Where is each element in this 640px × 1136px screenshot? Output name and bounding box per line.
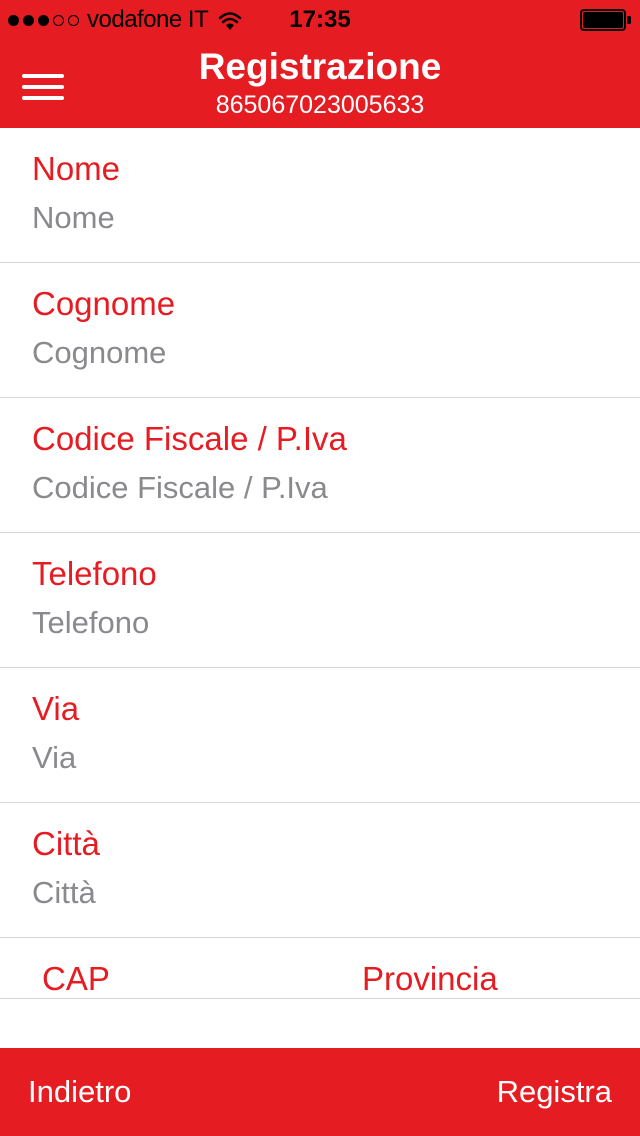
- nav-header: Registrazione 865067023005633: [0, 40, 640, 128]
- input-via[interactable]: [32, 740, 608, 776]
- label-via: Via: [32, 690, 608, 728]
- label-cognome: Cognome: [32, 285, 608, 323]
- form-row-citta: Città: [0, 803, 640, 938]
- form-row-nome: Nome: [0, 128, 640, 263]
- label-provincia: Provincia: [362, 960, 640, 998]
- footer-bar: Indietro Registra: [0, 1048, 640, 1136]
- input-citta[interactable]: [32, 875, 608, 911]
- label-nome: Nome: [32, 150, 608, 188]
- label-cap: CAP: [42, 960, 320, 998]
- form-row-telefono: Telefono: [0, 533, 640, 668]
- form-container: Nome Cognome Codice Fiscale / P.Iva Tele…: [0, 128, 640, 1048]
- menu-icon[interactable]: [22, 74, 64, 100]
- page-title: Registrazione: [199, 48, 442, 85]
- page-subtitle: 865067023005633: [216, 91, 425, 120]
- battery-icon: [580, 9, 632, 31]
- form-row-codice-fiscale: Codice Fiscale / P.Iva: [0, 398, 640, 533]
- input-nome[interactable]: [32, 200, 608, 236]
- input-telefono[interactable]: [32, 605, 608, 641]
- label-telefono: Telefono: [32, 555, 608, 593]
- signal-strength-icon: [8, 15, 79, 26]
- input-cognome[interactable]: [32, 335, 608, 371]
- status-bar: vodafone IT 17:35: [0, 0, 640, 40]
- form-row-via: Via: [0, 668, 640, 803]
- submit-button[interactable]: Registra: [497, 1074, 612, 1110]
- back-button[interactable]: Indietro: [28, 1074, 131, 1110]
- label-citta: Città: [32, 825, 608, 863]
- status-time: 17:35: [289, 6, 350, 34]
- label-codice-fiscale: Codice Fiscale / P.Iva: [32, 420, 608, 458]
- wifi-icon: [218, 10, 242, 30]
- input-codice-fiscale[interactable]: [32, 470, 608, 506]
- carrier-label: vodafone IT: [87, 6, 208, 34]
- form-row-cognome: Cognome: [0, 263, 640, 398]
- form-row-cap-provincia: CAP Provincia: [0, 938, 640, 999]
